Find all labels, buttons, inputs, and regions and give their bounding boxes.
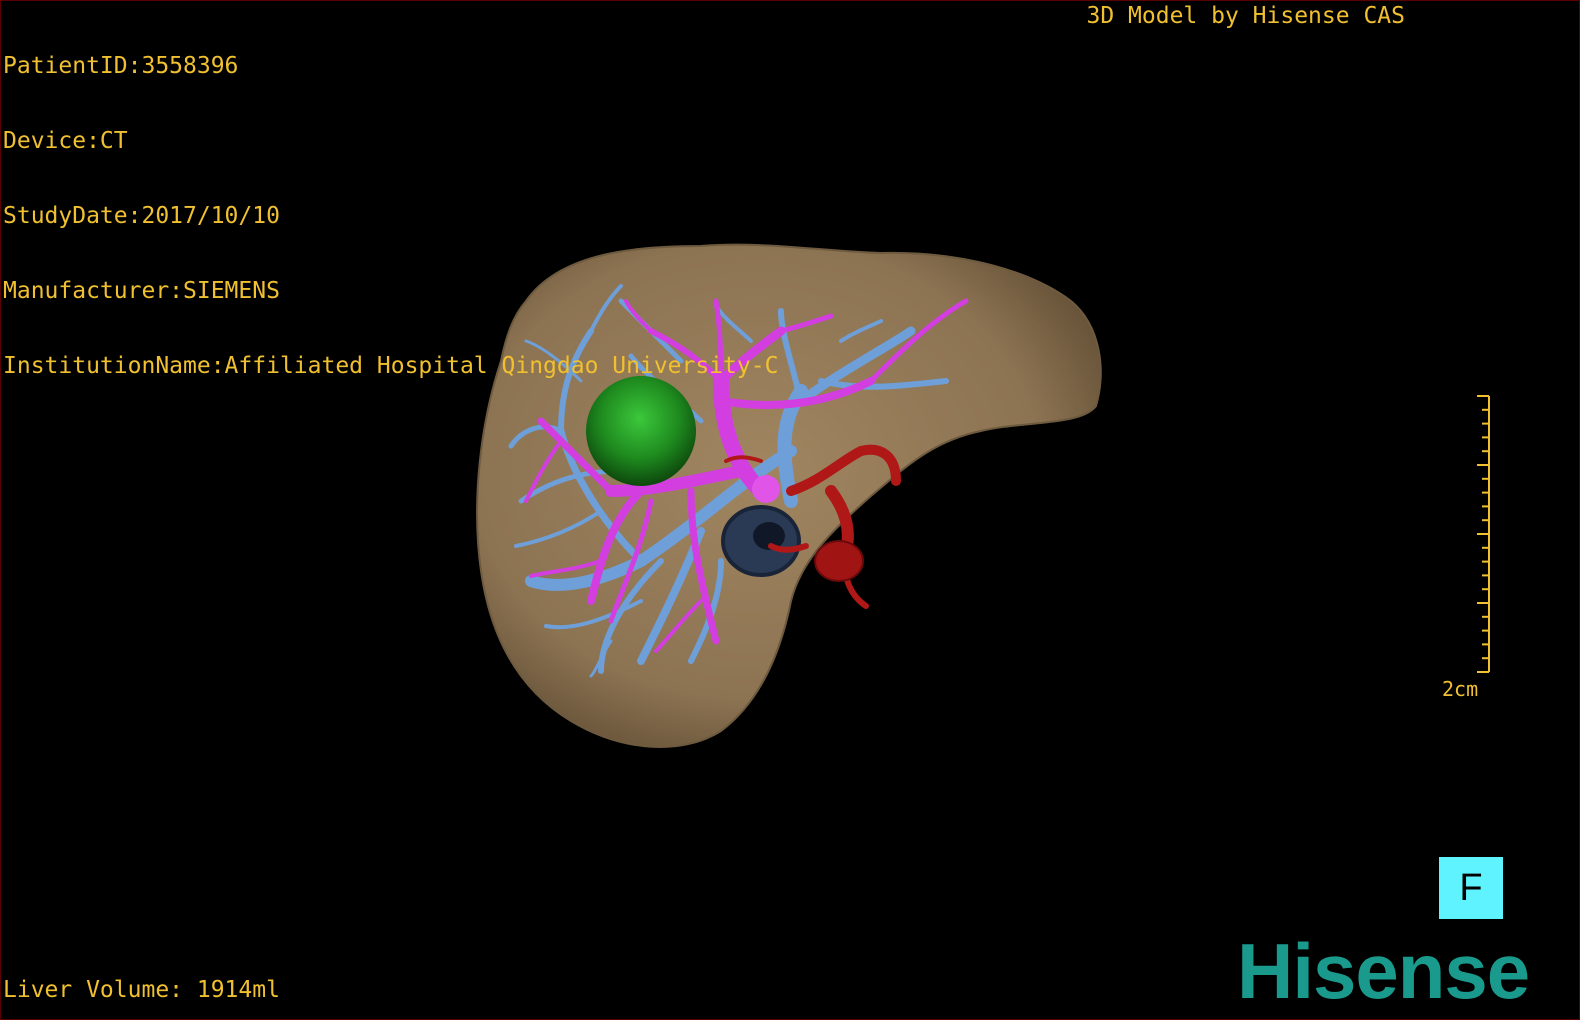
liver-volume: Liver Volume: 1914ml — [3, 977, 280, 1003]
patient-info-overlay: PatientID:3558396 Device:CT StudyDate:20… — [3, 4, 778, 429]
manufacturer: Manufacturer:SIEMENS — [3, 278, 280, 304]
institution-name: InstitutionName:Affiliated Hospital Qing… — [3, 353, 779, 379]
device: Device:CT — [3, 128, 128, 154]
scale-bar — [1477, 395, 1490, 673]
artery-aneurysm — [814, 540, 864, 582]
hisense-logo: Hisense — [1237, 927, 1530, 1015]
scale-label: 2cm — [1442, 677, 1479, 701]
model-credit: 3D Model by Hisense CAS — [1086, 3, 1406, 29]
3d-viewport[interactable]: PatientID:3558396 Device:CT StudyDate:20… — [0, 0, 1580, 1020]
orientation-marker[interactable]: F — [1439, 857, 1503, 919]
study-date: StudyDate:2017/10/10 — [3, 203, 280, 229]
patient-id: PatientID:3558396 — [3, 53, 239, 79]
